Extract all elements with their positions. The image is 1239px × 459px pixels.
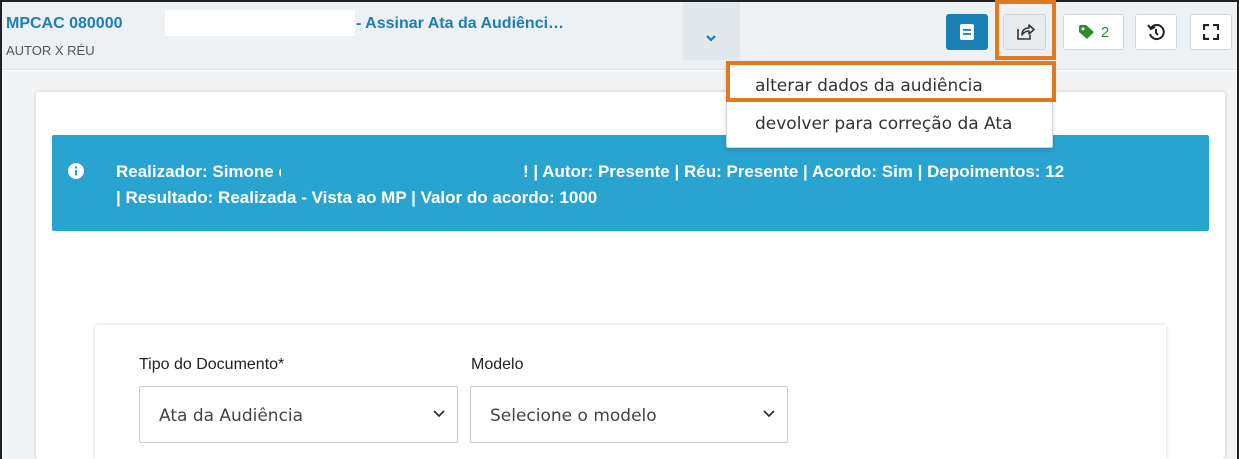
modelo-select[interactable]: Selecione o modelo (470, 386, 788, 443)
chevron-down-icon (706, 35, 716, 42)
chevron-down-icon (763, 410, 775, 418)
parties-subtitle: AUTOR X RÉU (6, 43, 95, 58)
fullscreen-button[interactable] (1190, 14, 1232, 50)
tipo-documento-label: Tipo do Documento* (139, 356, 285, 373)
tag-count: 2 (1100, 23, 1110, 41)
history-icon (1147, 24, 1165, 41)
expand-header-button[interactable] (683, 2, 740, 60)
redaction-block (165, 10, 355, 36)
document-icon (960, 24, 974, 40)
chevron-down-icon (433, 410, 445, 418)
tag-icon (1078, 25, 1094, 39)
info-line-1-end: ! | Autor: Presente | Réu: Presente | Ac… (523, 162, 1065, 181)
tipo-documento-value: Ata da Audiência (159, 406, 304, 426)
info-icon (68, 163, 84, 179)
info-line-2: | Resultado: Realizada - Vista ao MP | V… (116, 188, 598, 207)
tags-button[interactable]: 2 (1063, 14, 1124, 50)
modelo-label: Modelo (471, 356, 524, 373)
share-button-highlight (995, 0, 1056, 60)
modelo-value: Selecione o modelo (490, 406, 657, 426)
task-title-suffix[interactable]: - Assinar Ata da Audiênci… (356, 15, 564, 33)
info-line-1-start: Realizador: Simone de / (116, 162, 308, 181)
history-button[interactable] (1135, 14, 1177, 50)
task-title[interactable]: MPCAC 080000 (6, 15, 123, 33)
redaction-block (281, 159, 465, 185)
tipo-documento-select[interactable]: Ata da Audiência (139, 386, 458, 443)
document-button[interactable] (946, 14, 988, 50)
hearing-info-alert: Realizador: Simone de / ! | Autor: Prese… (52, 135, 1209, 231)
fullscreen-icon (1203, 24, 1219, 40)
menu-item-highlight (726, 61, 1056, 102)
menu-item-devolver-correcao[interactable]: devolver para correção da Ata (755, 114, 1012, 134)
